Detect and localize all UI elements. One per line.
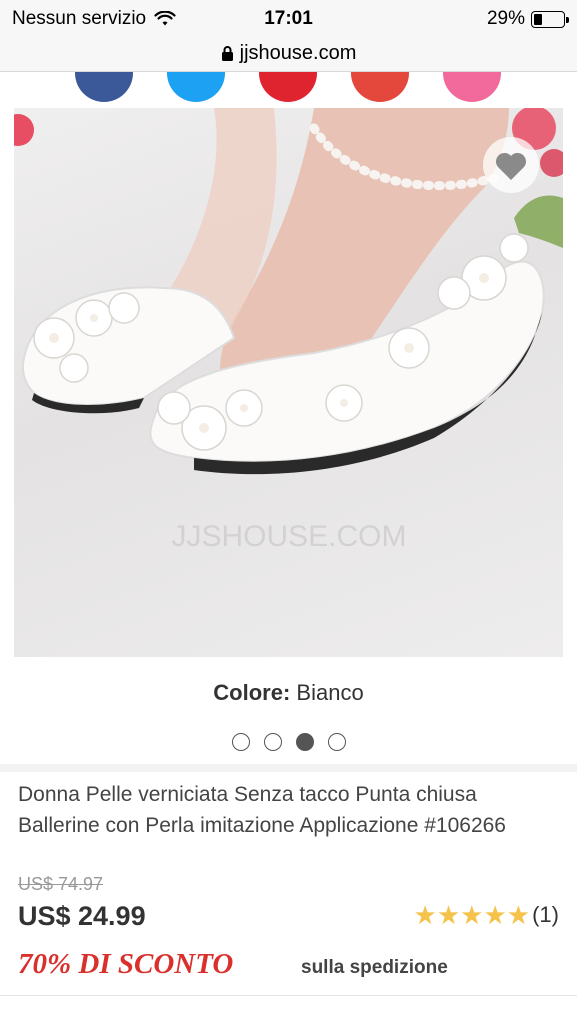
star-icon: ★: [460, 900, 484, 930]
discount-promo: 70% DI SCONTO: [18, 948, 234, 980]
facebook-icon[interactable]: [75, 72, 133, 102]
rating-stars: ★ ★ ★ ★ ★: [414, 902, 531, 928]
lock-icon: [221, 46, 233, 61]
image-carousel-dots[interactable]: [0, 733, 577, 751]
carousel-dot-2[interactable]: [263, 733, 282, 751]
star-icon: ★: [436, 900, 461, 930]
url-text: jjshouse.com: [239, 42, 357, 64]
color-label: Colore:: [213, 680, 291, 705]
product-rating[interactable]: ★ ★ ★ ★ ★ (1): [414, 902, 559, 928]
product-image[interactable]: JJSHOUSE.COM: [14, 108, 563, 657]
image-watermark: JJSHOUSE.COM: [171, 520, 406, 553]
battery-percent: 29%: [486, 8, 525, 29]
carousel-dot-4[interactable]: [327, 733, 346, 751]
battery-icon: [531, 10, 569, 28]
section-divider: [0, 764, 577, 772]
carousel-dot-1[interactable]: [231, 733, 250, 751]
bottom-divider: [0, 995, 577, 996]
share-row: [0, 72, 577, 102]
pinterest-icon[interactable]: [259, 72, 317, 102]
color-value: Bianco: [296, 680, 364, 705]
original-price: US$ 74.97: [18, 874, 104, 894]
color-selection: Colore: Bianco: [0, 680, 577, 706]
google-plus-icon[interactable]: [351, 72, 409, 102]
url-bar[interactable]: jjshouse.com: [0, 36, 577, 72]
battery-group: 29%: [486, 8, 569, 30]
twitter-icon[interactable]: [167, 72, 225, 102]
star-icon: ★: [506, 900, 531, 930]
product-title: Donna Pelle verniciata Senza tacco Punta…: [18, 783, 506, 837]
status-bar: Nessun servizio 17:01 29%: [0, 0, 577, 36]
review-count: (1): [532, 902, 559, 927]
shipping-note: sulla spedizione: [301, 957, 448, 978]
battery-fill: [534, 13, 543, 25]
star-icon: ★: [413, 900, 437, 930]
carousel-dot-3[interactable]: [295, 733, 314, 751]
sale-price: US$ 24.99: [18, 901, 146, 931]
star-icon: ★: [483, 900, 507, 930]
email-icon[interactable]: [443, 72, 501, 102]
shoe-photo: JJSHOUSE.COM: [14, 108, 563, 553]
